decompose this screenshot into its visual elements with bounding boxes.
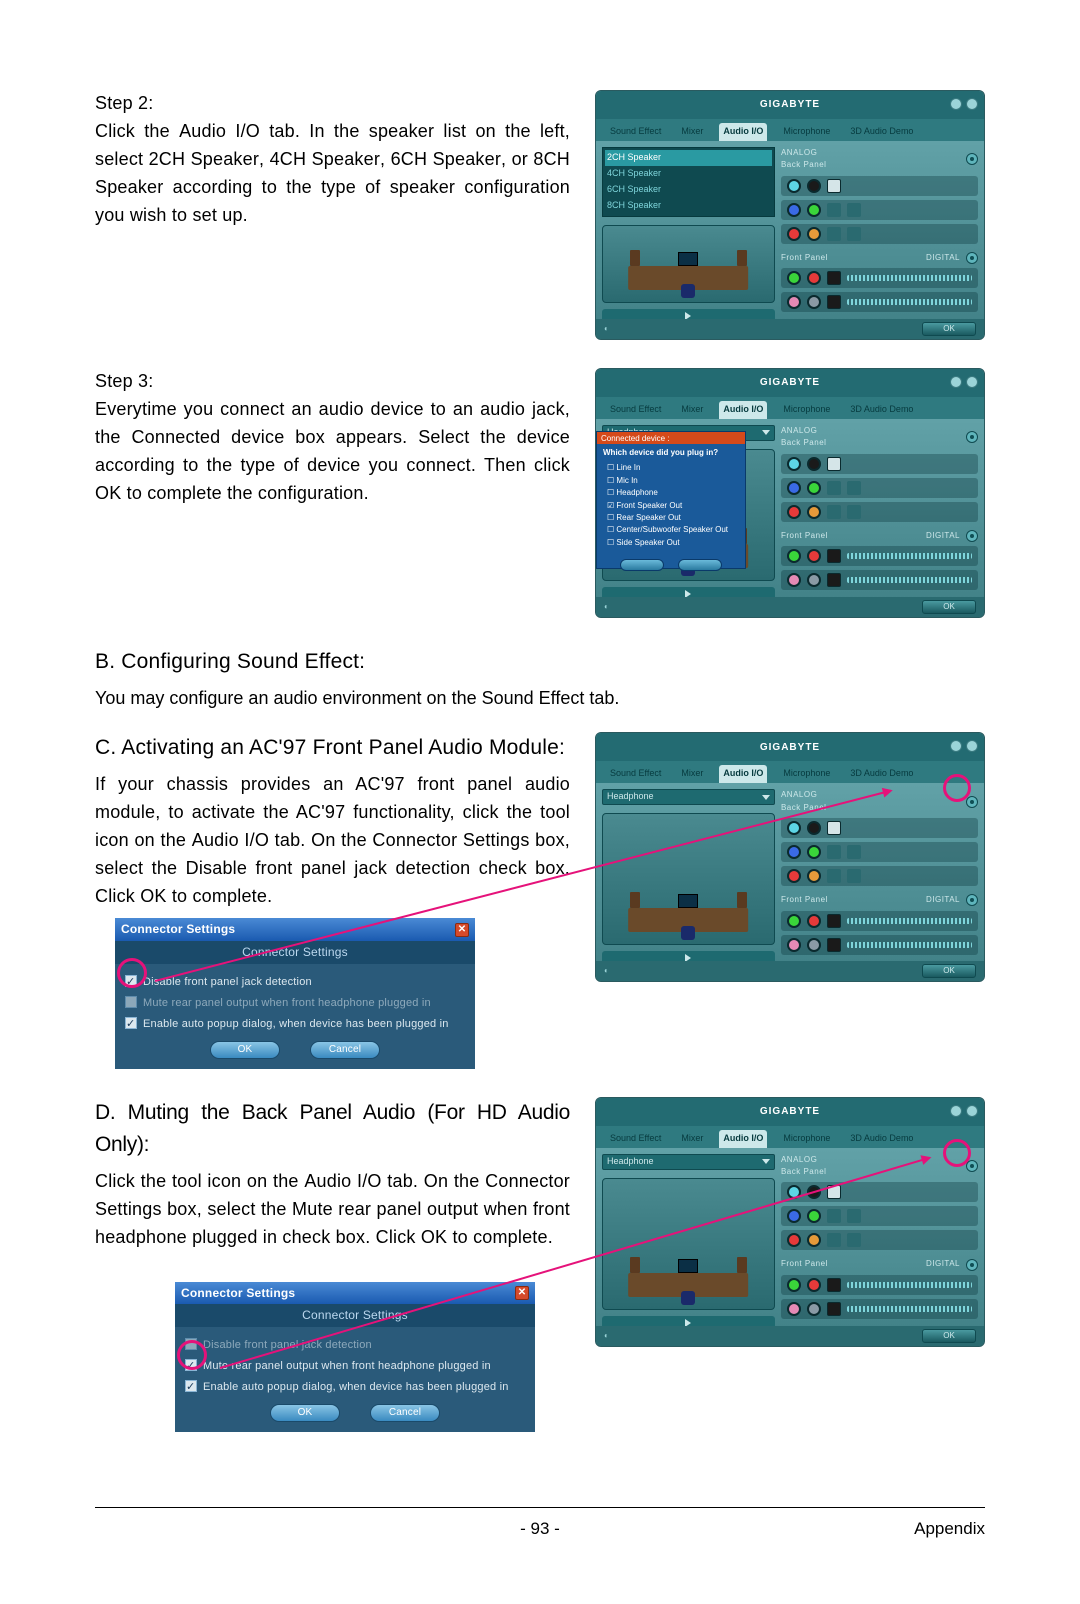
panel-brand: GIGABYTE bbox=[760, 97, 820, 113]
jack-cyan[interactable] bbox=[787, 179, 801, 193]
minimize-icon[interactable] bbox=[950, 376, 962, 388]
panel-ok-button[interactable]: OK bbox=[922, 600, 976, 614]
jack-red[interactable] bbox=[787, 227, 801, 241]
jack-orange[interactable] bbox=[807, 227, 821, 241]
cs-cancel-button[interactable]: Cancel bbox=[370, 1404, 440, 1422]
tool-icon[interactable] bbox=[966, 1259, 978, 1271]
tab-microphone[interactable]: Microphone bbox=[779, 123, 834, 141]
tool-icon[interactable] bbox=[966, 153, 978, 165]
audio-panel-step2: GIGABYTE Sound Effect Mixer Audio I/O Mi… bbox=[595, 90, 985, 340]
tab-mixer[interactable]: Mixer bbox=[677, 123, 707, 141]
step-2-text: Step 2: Click the Audio I/O tab. In the … bbox=[95, 90, 570, 229]
jack-black[interactable] bbox=[807, 179, 821, 193]
checkbox-auto-popup[interactable] bbox=[185, 1380, 197, 1392]
page-footer: - 93 - Appendix bbox=[95, 1507, 985, 1542]
tab-sound-effect[interactable]: Sound Effect bbox=[606, 123, 665, 141]
minimize-icon[interactable] bbox=[950, 98, 962, 110]
jack-fp-red[interactable] bbox=[807, 271, 821, 285]
jack-icon bbox=[847, 203, 861, 217]
cs-ok-button[interactable]: OK bbox=[210, 1041, 280, 1059]
jack-info-icon[interactable] bbox=[827, 179, 841, 193]
popup-title: Connected device : bbox=[597, 432, 745, 444]
section-d-row: D. Muting the Back Panel Audio (For HD A… bbox=[95, 1097, 985, 1432]
connected-device-popup: Connected device : Which device did you … bbox=[596, 431, 746, 569]
close-icon[interactable] bbox=[966, 98, 978, 110]
tool-icon[interactable] bbox=[966, 252, 978, 264]
step-2-row: Step 2: Click the Audio I/O tab. In the … bbox=[95, 90, 985, 340]
chevron-down-icon bbox=[762, 430, 770, 435]
section-b: B. Configuring Sound Effect: You may con… bbox=[95, 646, 985, 712]
jack-icon bbox=[827, 203, 841, 217]
room-preview bbox=[602, 225, 775, 303]
section-d-title: D. Muting the Back Panel Audio (For HD A… bbox=[95, 1097, 570, 1162]
section-c-text: C. Activating an AC'97 Front Panel Audio… bbox=[95, 732, 570, 1068]
cs-cancel-button[interactable]: Cancel bbox=[310, 1041, 380, 1059]
minimize-icon[interactable] bbox=[950, 1105, 962, 1117]
popup-cancel[interactable] bbox=[678, 559, 722, 571]
panel-tabs: Sound Effect Mixer Audio I/O Microphone … bbox=[596, 119, 984, 141]
checkbox-disable-front-detection[interactable] bbox=[125, 975, 137, 987]
panel-ok-button[interactable]: OK bbox=[922, 1329, 976, 1343]
close-icon[interactable]: ✕ bbox=[515, 1286, 529, 1300]
page-number: - 93 - bbox=[520, 1516, 560, 1542]
tool-icon[interactable] bbox=[966, 894, 978, 906]
tool-icon-d[interactable] bbox=[966, 1160, 978, 1172]
jack-green[interactable] bbox=[807, 203, 821, 217]
audio-panel-section-c: GIGABYTE Sound Effect Mixer Audio I/O Mi… bbox=[595, 732, 985, 982]
section-name: Appendix bbox=[914, 1516, 985, 1542]
jack-fp-green[interactable] bbox=[787, 271, 801, 285]
jack-grey[interactable] bbox=[807, 295, 821, 309]
jack-icon bbox=[847, 227, 861, 241]
section-c-row: C. Activating an AC'97 Front Panel Audio… bbox=[95, 732, 985, 1068]
checkbox-auto-popup[interactable] bbox=[125, 1017, 137, 1029]
checkbox-mute-rear[interactable] bbox=[185, 1359, 197, 1371]
jack-icon bbox=[827, 227, 841, 241]
step-3-row: Step 3: Everytime you connect an audio d… bbox=[95, 368, 985, 618]
popup-ok[interactable] bbox=[620, 559, 664, 571]
section-c-title: C. Activating an AC'97 Front Panel Audio… bbox=[95, 732, 570, 765]
tool-icon-c[interactable] bbox=[966, 796, 978, 808]
cs-ok-button[interactable]: OK bbox=[270, 1404, 340, 1422]
close-icon[interactable] bbox=[966, 740, 978, 752]
section-b-title: B. Configuring Sound Effect: bbox=[95, 646, 985, 679]
checkbox-mute-rear[interactable] bbox=[125, 996, 137, 1008]
connector-settings-c: Connector Settings✕ Connector Settings D… bbox=[115, 918, 475, 1068]
connector-settings-d: Connector Settings✕ Connector Settings D… bbox=[175, 1282, 535, 1432]
checkbox-disable-front-detection[interactable] bbox=[185, 1338, 197, 1350]
close-icon[interactable]: ✕ bbox=[455, 923, 469, 937]
jack-blue[interactable] bbox=[787, 203, 801, 217]
speaker-list[interactable]: 2CH Speaker 4CH Speaker 6CH Speaker 8CH … bbox=[602, 147, 775, 217]
chevron-down-icon bbox=[762, 1159, 770, 1164]
panel-ok-button[interactable]: OK bbox=[922, 322, 976, 336]
tool-icon[interactable] bbox=[966, 530, 978, 542]
digital-icon[interactable] bbox=[827, 295, 841, 309]
section-d-text: D. Muting the Back Panel Audio (For HD A… bbox=[95, 1097, 570, 1432]
panel-ok-button[interactable]: OK bbox=[922, 964, 976, 978]
tab-audio-io[interactable]: Audio I/O bbox=[719, 123, 767, 141]
popup-options: Line In Mic In Headphone Front Speaker O… bbox=[597, 462, 745, 549]
audio-panel-section-d: GIGABYTE Sound Effect Mixer Audio I/O Mi… bbox=[595, 1097, 985, 1347]
step-2-label: Step 2: bbox=[95, 90, 570, 118]
speaker-dropdown[interactable]: Headphone bbox=[602, 789, 775, 805]
step-3-label: Step 3: bbox=[95, 368, 570, 396]
speaker-dropdown[interactable]: Headphone bbox=[602, 1154, 775, 1170]
minimize-icon[interactable] bbox=[950, 740, 962, 752]
chevron-down-icon bbox=[762, 795, 770, 800]
close-icon[interactable] bbox=[966, 376, 978, 388]
jack-pink[interactable] bbox=[787, 295, 801, 309]
step-3-text: Step 3: Everytime you connect an audio d… bbox=[95, 368, 570, 507]
audio-panel-step3: GIGABYTE Sound Effect Mixer Audio I/O Mi… bbox=[595, 368, 985, 618]
digital-icon[interactable] bbox=[827, 271, 841, 285]
tool-icon[interactable] bbox=[966, 431, 978, 443]
tab-3d-audio[interactable]: 3D Audio Demo bbox=[846, 123, 917, 141]
footer-brand-icon: ◐ bbox=[604, 323, 609, 335]
close-icon[interactable] bbox=[966, 1105, 978, 1117]
popup-question: Which device did you plug in? bbox=[597, 444, 745, 462]
